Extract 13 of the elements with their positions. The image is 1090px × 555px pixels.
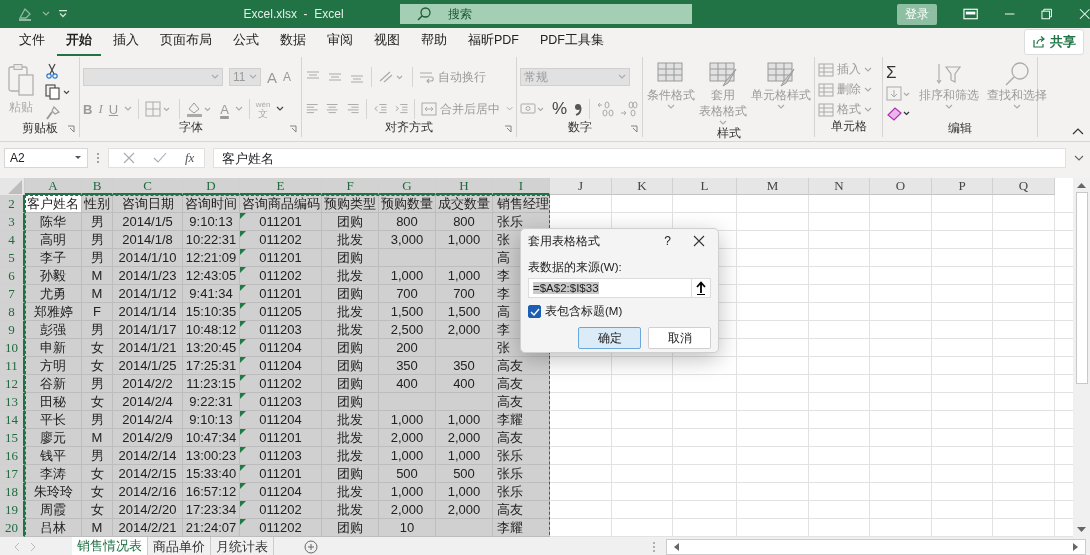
window-title: Excel.xlsx - Excel [242,7,345,21]
group-label: 字体 [177,120,204,135]
group-label: 样式 [715,126,742,141]
group-label: 对齐方式 [384,120,434,135]
group-label: 单元格 [830,119,867,134]
source-label: 表数据的来源(W): [528,260,623,275]
group-label: 剪贴板 [20,121,59,136]
share-label: 共享 [1050,32,1076,51]
group-label: 数字 [566,120,593,135]
group-label: 编辑 [947,121,973,136]
dialog-title: 套用表格格式 [528,233,600,249]
checkbox-label: 表包含标题(M) [545,304,623,319]
paste-label: 粘贴 [9,99,33,116]
